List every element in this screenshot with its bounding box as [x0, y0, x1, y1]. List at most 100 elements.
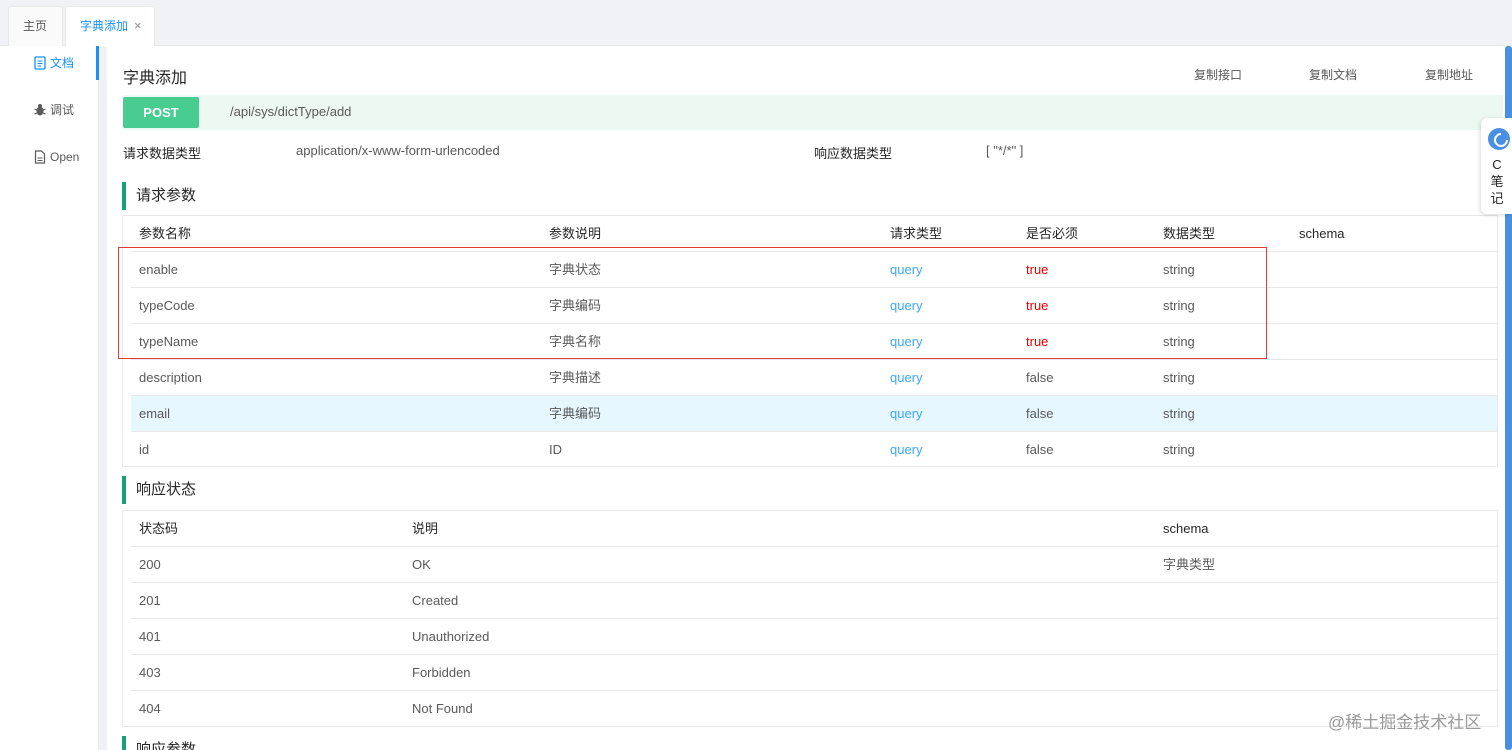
bug-icon — [34, 104, 46, 116]
status-code: 201 — [139, 593, 161, 608]
sidebar-item-debug[interactable]: 调试 — [0, 93, 99, 127]
param-in: query — [890, 298, 923, 313]
sidebar-item-open[interactable]: Open — [0, 140, 99, 174]
sidebar: 文档 调试 Open — [0, 46, 99, 750]
col-param-desc: 参数说明 — [549, 226, 602, 241]
tab-bar: 主页 字典添加 × — [0, 0, 1512, 47]
page-title: 字典添加 — [123, 70, 188, 87]
param-desc: 字典状态 — [549, 262, 602, 277]
response-type-label: 响应数据类型 — [814, 146, 893, 161]
param-required: false — [1026, 406, 1054, 421]
col-param-name: 参数名称 — [139, 226, 192, 241]
param-desc: 字典描述 — [549, 370, 602, 385]
param-type: string — [1163, 406, 1195, 421]
param-name: typeName — [139, 334, 199, 349]
table-row[interactable]: 200 OK 字典类型 — [131, 547, 1497, 583]
table-row[interactable]: id ID query false string — [131, 432, 1497, 468]
table-row[interactable]: email 字典编码 query false string — [131, 396, 1497, 432]
col-status-code: 状态码 — [139, 521, 179, 536]
col-status-desc: 说明 — [412, 521, 439, 536]
col-status-schema: schema — [1163, 521, 1209, 536]
param-type: string — [1163, 442, 1195, 457]
method-badge: POST — [123, 97, 199, 128]
status-desc: OK — [412, 557, 431, 572]
copy-url-button[interactable]: 复制地址 — [1425, 66, 1473, 83]
col-param-required: 是否必须 — [1026, 226, 1079, 241]
col-param-type: 数据类型 — [1163, 226, 1216, 241]
request-params-table: 参数名称 参数说明 请求类型 是否必须 数据类型 schema enable 字… — [122, 215, 1498, 467]
param-in: query — [890, 442, 923, 457]
document-icon — [34, 56, 46, 70]
note-widget-label: C笔记 — [1490, 157, 1504, 206]
response-status-title: 响应状态 — [122, 476, 196, 504]
status-desc: Unauthorized — [412, 629, 490, 644]
status-code: 404 — [139, 701, 161, 716]
table-row[interactable]: description 字典描述 query false string — [131, 360, 1497, 396]
request-params-title: 请求参数 — [122, 182, 196, 210]
sidebar-item-docs[interactable]: 文档 — [0, 46, 99, 80]
param-type: string — [1163, 370, 1195, 385]
request-type-label: 请求数据类型 — [123, 146, 202, 161]
status-desc: Forbidden — [412, 665, 471, 680]
param-desc: 字典编码 — [549, 298, 602, 313]
copy-doc-button[interactable]: 复制文档 — [1309, 66, 1357, 83]
table-row[interactable]: enable 字典状态 query true string — [131, 252, 1497, 288]
close-icon[interactable]: × — [134, 7, 142, 45]
request-type-value: application/x-www-form-urlencoded — [296, 143, 500, 158]
param-desc: 字典名称 — [549, 334, 602, 349]
sidebar-item-debug-label: 调试 — [50, 103, 75, 117]
tab-dict-add[interactable]: 字典添加 × — [65, 6, 155, 47]
param-in: query — [890, 262, 923, 277]
param-in: query — [890, 334, 923, 349]
table-row[interactable]: 404 Not Found — [131, 691, 1497, 727]
page: 主页 字典添加 × 文档 调试 Open 字典添加 复制接口 复制文档 复制地址… — [0, 0, 1512, 750]
status-desc: Created — [412, 593, 459, 608]
param-desc: 字典编码 — [549, 406, 602, 421]
note-widget[interactable]: C笔记 — [1481, 118, 1512, 214]
table-header-row: 状态码 说明 schema — [131, 511, 1497, 547]
table-row[interactable]: 401 Unauthorized — [131, 619, 1497, 655]
param-required: true — [1026, 334, 1049, 349]
table-header-row: 参数名称 参数说明 请求类型 是否必须 数据类型 schema — [131, 216, 1497, 252]
tab-home-label: 主页 — [23, 19, 48, 33]
param-name: email — [139, 406, 171, 421]
param-required: true — [1026, 298, 1049, 313]
param-in: query — [890, 370, 923, 385]
param-type: string — [1163, 262, 1195, 277]
param-required: false — [1026, 370, 1054, 385]
copy-api-button[interactable]: 复制接口 — [1194, 66, 1242, 83]
param-name: id — [139, 442, 150, 457]
status-code: 403 — [139, 665, 161, 680]
note-logo-icon — [1488, 128, 1510, 150]
table-row[interactable]: typeName 字典名称 query true string — [131, 324, 1497, 360]
param-desc: ID — [549, 442, 562, 457]
status-code: 401 — [139, 629, 161, 644]
param-in: query — [890, 406, 923, 421]
col-param-schema: schema — [1299, 226, 1345, 241]
response-status-table: 状态码 说明 schema 200 OK 字典类型 201 Created 40… — [122, 510, 1498, 727]
param-name: enable — [139, 262, 179, 277]
endpoint-bar: POST /api/sys/dictType/add — [123, 95, 1503, 130]
param-required: true — [1026, 262, 1049, 277]
response-params-title: 响应参数 — [122, 736, 196, 750]
table-row[interactable]: typeCode 字典编码 query true string — [131, 288, 1497, 324]
param-name: description — [139, 370, 202, 385]
sidebar-item-docs-label: 文档 — [50, 56, 75, 70]
watermark: @稀土掘金技术社区 — [1328, 713, 1482, 732]
param-name: typeCode — [139, 298, 195, 313]
status-schema[interactable]: 字典类型 — [1163, 547, 1215, 583]
tab-home[interactable]: 主页 — [8, 6, 63, 46]
param-required: false — [1026, 442, 1054, 457]
param-type: string — [1163, 298, 1195, 313]
tab-dict-add-label: 字典添加 — [80, 19, 129, 33]
table-row[interactable]: 201 Created — [131, 583, 1497, 619]
main-panel: 字典添加 复制接口 复制文档 复制地址 POST /api/sys/dictTy… — [107, 46, 1505, 750]
status-code: 200 — [139, 557, 161, 572]
sidebar-item-open-label: Open — [50, 150, 80, 164]
table-row[interactable]: 403 Forbidden — [131, 655, 1497, 691]
col-param-in: 请求类型 — [890, 226, 943, 241]
response-type-value: [ "*/*" ] — [986, 143, 1024, 158]
param-type: string — [1163, 334, 1195, 349]
endpoint-path: /api/sys/dictType/add — [230, 104, 352, 119]
file-icon — [34, 150, 46, 164]
